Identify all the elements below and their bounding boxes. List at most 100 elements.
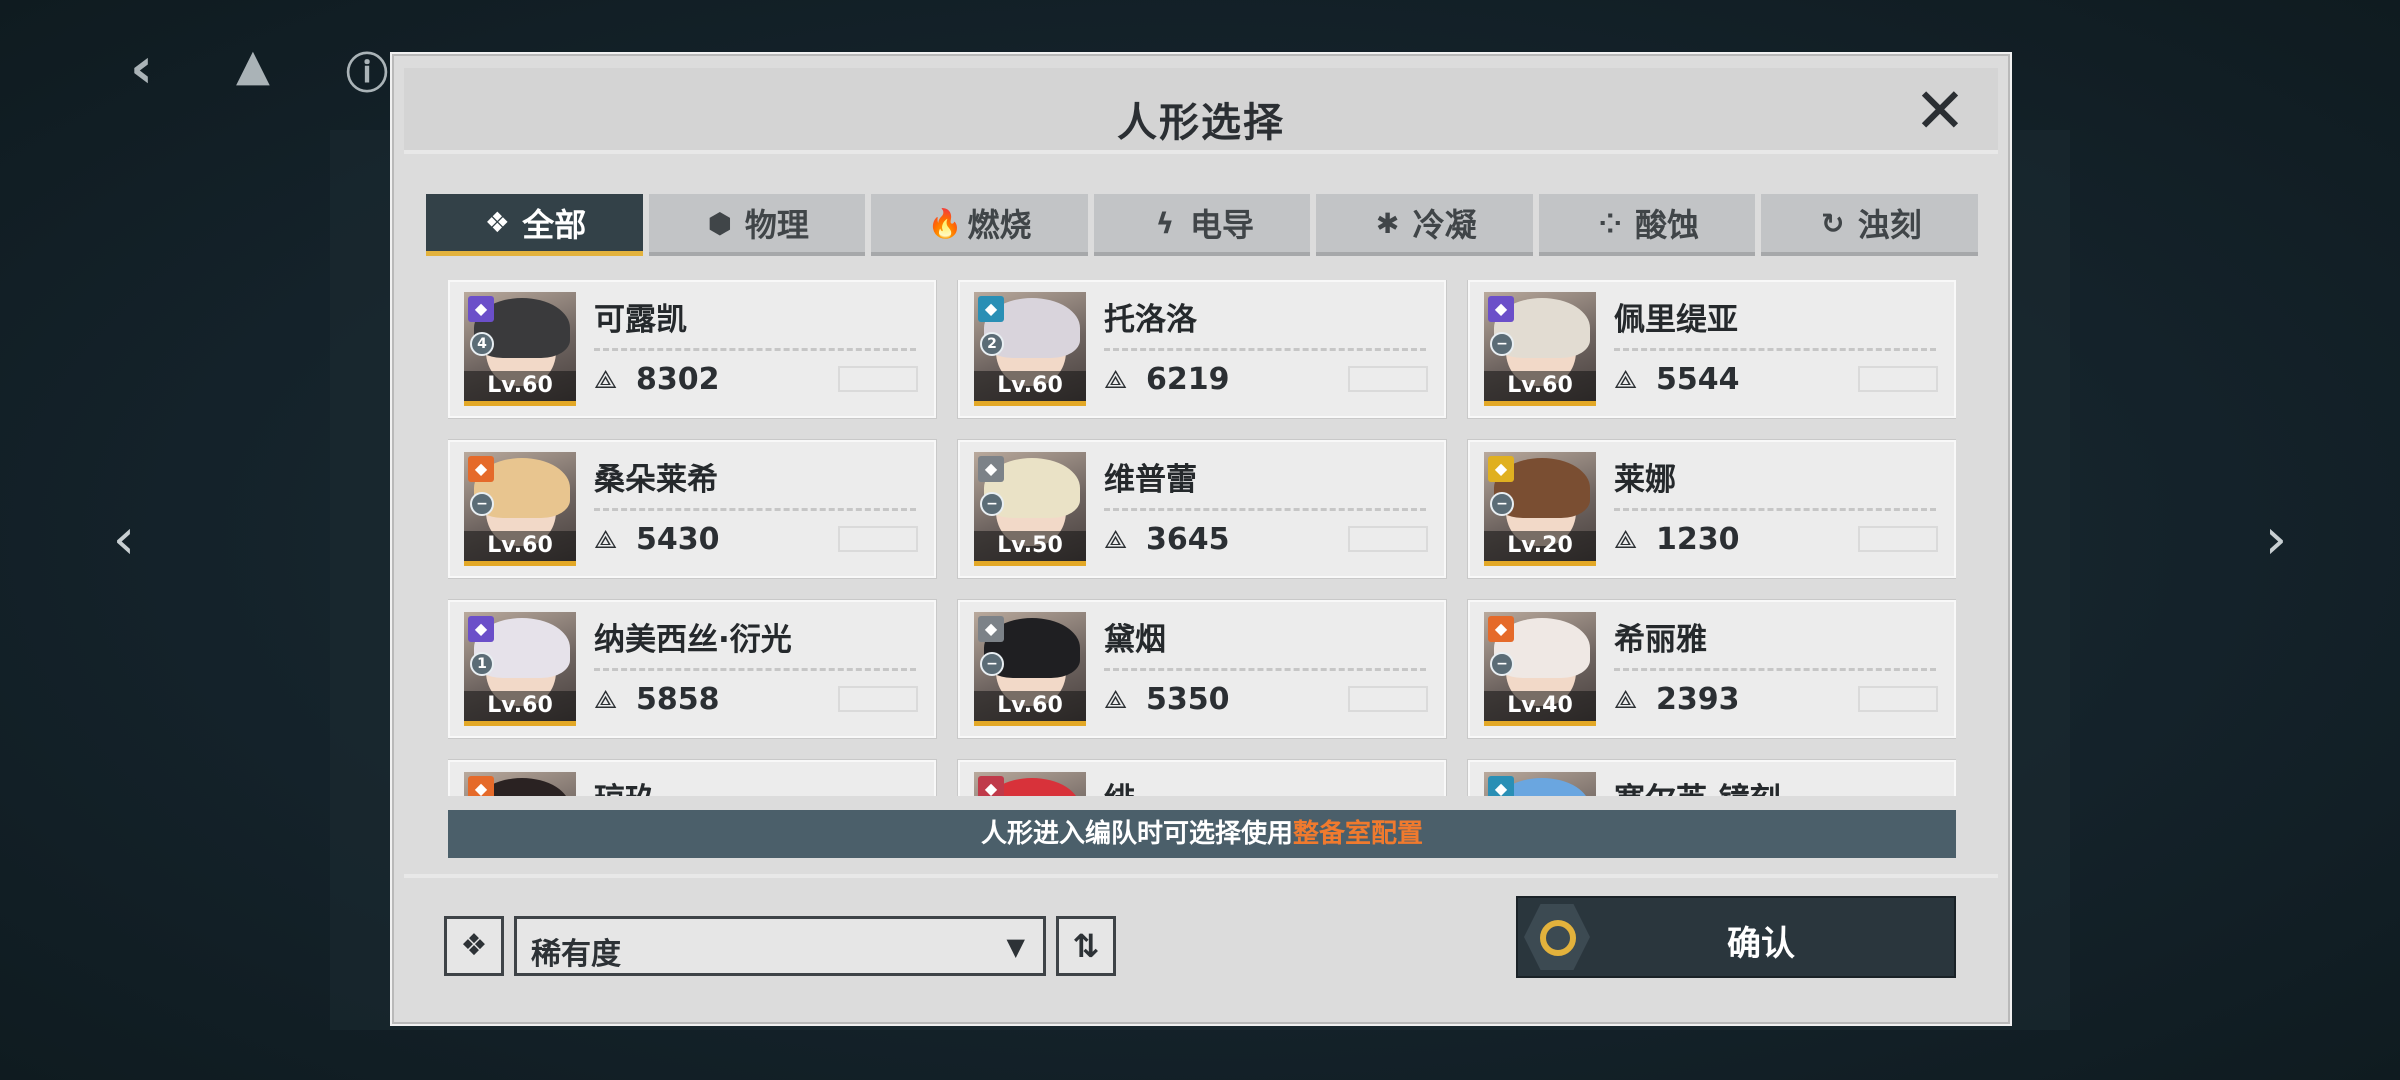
doll-select-dialog: 人形选择 ✕ ❖ 全部 ⬢ 物理 🔥 燃烧 ϟ 电导 ✱ 冷凝 ⁘ 酸蚀 ↻ 浊刻 ◆ 4 Lv.60 可露凯 ⟁…	[390, 52, 2012, 1026]
character-name: 希丽雅	[1614, 622, 1707, 658]
power-row: ⟁ 5430	[594, 522, 720, 557]
character-portrait: ◆ − Lv.60	[1484, 292, 1596, 406]
notice-highlight[interactable]: 整备室配置	[1293, 819, 1423, 849]
rank-badge: −	[470, 492, 494, 516]
sort-order-button[interactable]: ⇅	[1056, 916, 1116, 976]
character-name: 可露凯	[594, 302, 687, 338]
power-icon: ⟁	[594, 524, 618, 555]
power-icon: ⟁	[594, 684, 618, 715]
physical-element-icon: ◆	[978, 616, 1004, 642]
power-icon: ⟁	[1104, 364, 1128, 395]
tab-element-icon: ✱	[1375, 206, 1400, 240]
confirm-button[interactable]: 确认	[1516, 896, 1956, 978]
card-stamp	[838, 686, 918, 712]
tab-element-icon: ↻	[1821, 206, 1845, 240]
electric-element-icon: ◆	[1488, 456, 1514, 482]
footer-divider	[404, 874, 1998, 878]
tab-4[interactable]: ✱ 冷凝	[1316, 194, 1533, 256]
character-card[interactable]: ◆ − Lv.60 黛烟 ⟁ 5350	[958, 600, 1446, 738]
level-label: Lv.60	[464, 371, 576, 401]
power-value: 1230	[1656, 522, 1740, 557]
character-card[interactable]: ◆ − Lv.40 希丽雅 ⟁ 2393	[1468, 600, 1956, 738]
card-stamp	[1348, 526, 1428, 552]
next-arrow-icon[interactable]: ›	[2246, 510, 2306, 570]
prev-arrow-icon[interactable]: ‹	[94, 510, 154, 570]
tab-element-icon: 🔥	[927, 206, 963, 240]
card-divider	[1614, 668, 1936, 671]
tab-label: 酸蚀	[1635, 206, 1700, 244]
character-portrait: ◆ 2 Lv.60	[974, 292, 1086, 406]
character-card[interactable]: ◆ 琼玖	[448, 760, 936, 796]
power-row: ⟁ 5544	[1614, 362, 1740, 397]
corrosion-element-icon: ◆	[1488, 776, 1514, 796]
card-divider	[1614, 348, 1936, 351]
rank-badge: −	[1490, 492, 1514, 516]
power-value: 5858	[636, 682, 720, 717]
character-card[interactable]: ◆ 1 Lv.60 纳美西丝·衍光 ⟁ 5858	[448, 600, 936, 738]
notice-banner: 人形进入编队时可选择使用整备室配置	[448, 810, 1956, 858]
power-row: ⟁ 3645	[1104, 522, 1230, 557]
rank-badge: −	[980, 652, 1004, 676]
card-stamp	[838, 526, 918, 552]
burn-element-icon: ◆	[1488, 616, 1514, 642]
level-label: Lv.60	[1484, 371, 1596, 401]
back-icon[interactable]: ‹	[130, 36, 153, 101]
tab-2[interactable]: 🔥 燃烧	[871, 194, 1088, 256]
power-row: ⟁ 5858	[594, 682, 720, 717]
tab-6[interactable]: ↻ 浊刻	[1761, 194, 1979, 256]
level-label: Lv.60	[464, 691, 576, 721]
character-portrait: ◆ − Lv.20	[1484, 452, 1596, 566]
tab-label: 浊刻	[1857, 206, 1922, 244]
card-divider	[1104, 668, 1426, 671]
card-divider	[594, 508, 916, 511]
card-divider	[1104, 348, 1426, 351]
character-portrait: ◆ 4 Lv.60	[464, 292, 576, 406]
character-card[interactable]: ◆ 2 Lv.60 托洛洛 ⟁ 6219	[958, 280, 1446, 418]
card-stamp	[838, 366, 918, 392]
burn-element-icon: ◆	[468, 456, 494, 482]
character-card[interactable]: ◆ − Lv.60 桑朵莱希 ⟁ 5430	[448, 440, 936, 578]
close-button[interactable]: ✕	[1912, 80, 1968, 142]
sort-dropdown[interactable]: 稀有度 ▼	[514, 916, 1046, 976]
tab-0[interactable]: ❖ 全部	[426, 194, 643, 256]
character-portrait: ◆	[464, 772, 576, 796]
filter-button[interactable]: ❖	[444, 916, 504, 976]
character-name: 纳美西丝·衍光	[594, 622, 792, 658]
card-stamp	[1858, 366, 1938, 392]
power-value: 5430	[636, 522, 720, 557]
character-card[interactable]: ◆ − Lv.20 莱娜 ⟁ 1230	[1468, 440, 1956, 578]
tab-1[interactable]: ⬢ 物理	[648, 194, 866, 256]
tab-5[interactable]: ⁘ 酸蚀	[1538, 194, 1756, 256]
power-icon: ⟁	[1614, 684, 1638, 715]
character-name: 绯	[1104, 774, 1135, 796]
dialog-header: 人形选择 ✕	[404, 68, 1998, 154]
tab-3[interactable]: ϟ 电导	[1093, 194, 1311, 256]
acid-element-icon: ◆	[468, 616, 494, 642]
card-divider	[1104, 508, 1426, 511]
character-name: 塞尔芙·镜刻	[1614, 774, 1781, 796]
character-card[interactable]: ◆绯	[958, 760, 1446, 796]
character-card[interactable]: ◆ 4 Lv.60 可露凯 ⟁ 8302	[448, 280, 936, 418]
rank-badge: −	[1490, 652, 1514, 676]
character-grid[interactable]: ◆ 4 Lv.60 可露凯 ⟁ 8302 ◆ 2 Lv.60 托洛洛 ⟁ 6219 ◆ − Lv.60 佩里缇…	[448, 280, 1956, 796]
card-stamp	[1858, 526, 1938, 552]
power-icon: ⟁	[1104, 684, 1128, 715]
character-name: 维普蕾	[1104, 462, 1197, 498]
character-portrait: ◆ − Lv.60	[974, 612, 1086, 726]
character-card[interactable]: ◆ − Lv.50 维普蕾 ⟁ 3645	[958, 440, 1446, 578]
character-name: 黛烟	[1104, 622, 1166, 658]
drive-icon: ▲	[236, 40, 270, 91]
character-portrait: ◆	[974, 772, 1086, 796]
physical-element-icon: ◆	[978, 776, 1004, 796]
character-name: 佩里缇亚	[1614, 302, 1738, 338]
power-icon: ⟁	[594, 364, 618, 395]
level-label: Lv.60	[974, 691, 1086, 721]
info-icon[interactable]: ⓘ	[346, 40, 388, 101]
card-divider	[1614, 508, 1936, 511]
character-name: 莱娜	[1614, 462, 1676, 498]
character-card[interactable]: ◆ 塞尔芙·镜刻	[1468, 760, 1956, 796]
level-label: Lv.60	[974, 371, 1086, 401]
tab-label: 冷凝	[1412, 206, 1477, 244]
character-portrait: ◆ − Lv.60	[464, 452, 576, 566]
character-card[interactable]: ◆ − Lv.60 佩里缇亚 ⟁ 5544	[1468, 280, 1956, 418]
